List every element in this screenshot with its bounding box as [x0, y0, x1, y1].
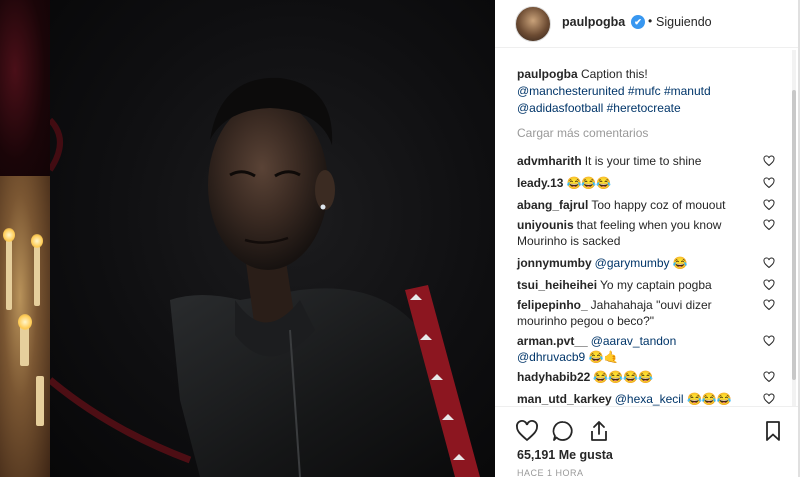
comment-mention[interactable]: @hexa_kecil: [615, 392, 684, 406]
heart-icon[interactable]: [515, 419, 539, 443]
post-sidebar: paulpogba ✔ • Siguiendo paulpogba Captio…: [495, 0, 800, 477]
bookmark-icon[interactable]: [761, 419, 785, 443]
comment-item: tsui_heiheihei Yo my captain pogba: [517, 277, 783, 293]
comment-text: Yo my captain pogba: [600, 278, 712, 292]
heart-icon[interactable]: [763, 393, 775, 405]
heart-icon[interactable]: [763, 299, 775, 311]
heart-icon[interactable]: [763, 279, 775, 291]
comment-mention[interactable]: @dhruvacb9: [517, 350, 585, 364]
comment-item: advmharith It is your time to shine: [517, 153, 783, 169]
load-more-comments-link[interactable]: Cargar más comentarios: [517, 125, 783, 141]
caption-tag[interactable]: #heretocreate: [607, 101, 681, 115]
caption-text: Caption this!: [581, 67, 648, 81]
comments-scrollbar[interactable]: [792, 50, 796, 406]
comment-item: jonnymumby @garymumby 😂: [517, 255, 783, 271]
comment-item: abang_fajrul Too happy coz of mouout: [517, 197, 783, 213]
header-separator: •: [648, 14, 653, 28]
post-actions: [495, 406, 800, 446]
comment-username[interactable]: advmharith: [517, 154, 582, 168]
heart-icon[interactable]: [763, 155, 775, 167]
heart-icon[interactable]: [763, 199, 775, 211]
heart-icon[interactable]: [763, 219, 775, 231]
heart-icon[interactable]: [763, 371, 775, 383]
comment-mention[interactable]: @garymumby: [595, 256, 670, 270]
comment-username[interactable]: felipepinho_: [517, 298, 588, 312]
comment-icon[interactable]: [551, 419, 575, 443]
verified-badge-icon: ✔: [631, 15, 645, 29]
avatar[interactable]: [515, 6, 551, 42]
previous-image-top: [0, 0, 50, 176]
comment-item: uniyounis that feeling when you know Mour…: [517, 217, 783, 249]
comment-mention[interactable]: @aarav_tandon: [591, 334, 677, 348]
comment-username[interactable]: uniyounis: [517, 218, 574, 232]
comment-item: arman.pvt__ @aarav_tandon @dhruvacb9 😂🤙: [517, 333, 783, 365]
post-caption: paulpogba Caption this! @manchesterunite…: [517, 66, 783, 117]
comment-text: 😂😂😂😂: [593, 370, 654, 384]
caption-username[interactable]: paulpogba: [517, 67, 578, 81]
share-icon[interactable]: [587, 419, 611, 443]
previous-image-strip[interactable]: [0, 0, 50, 477]
post-header: paulpogba ✔ • Siguiendo: [495, 0, 800, 48]
player-illustration: [50, 77, 480, 477]
heart-icon[interactable]: [763, 177, 775, 189]
comment-text: 😂🤙: [588, 350, 619, 364]
scrollbar-thumb[interactable]: [792, 90, 796, 380]
post-photo[interactable]: [50, 0, 495, 477]
caption-tag[interactable]: @adidasfootball: [517, 101, 603, 115]
comment-username[interactable]: jonnymumby: [517, 256, 592, 270]
comment-text: 😂😂😂: [686, 392, 732, 406]
follow-button[interactable]: Siguiendo: [656, 15, 712, 29]
comment-text: 😂: [672, 256, 688, 270]
comment-item: hadyhabib22 😂😂😂😂: [517, 369, 783, 385]
caption-tag[interactable]: #manutd: [664, 84, 711, 98]
heart-icon[interactable]: [763, 257, 775, 269]
author-username[interactable]: paulpogba: [562, 15, 625, 29]
caption-tag[interactable]: #mufc: [628, 84, 661, 98]
comment-item: man_utd_karkey@hexa_kecil 😂😂😂 😂😂: [517, 391, 783, 406]
comment-username[interactable]: man_utd_karkey: [517, 392, 612, 406]
comment-username[interactable]: leady.13: [517, 176, 563, 190]
previous-image-candles: [0, 176, 50, 477]
likes-count[interactable]: 65,191 Me gusta: [517, 448, 613, 462]
comment-username[interactable]: hadyhabib22: [517, 370, 590, 384]
comment-username[interactable]: arman.pvt__: [517, 334, 588, 348]
comment-username[interactable]: abang_fajrul: [517, 198, 588, 212]
caption-tag[interactable]: @manchesterunited: [517, 84, 625, 98]
comment-text: It is your time to shine: [584, 154, 702, 168]
comment-item: leady.13 😂😂😂: [517, 175, 783, 191]
comment-text: 😂😂😂: [566, 176, 612, 190]
comment-item: felipepinho_ Jahahahaja "ouvi dizer mouri…: [517, 297, 783, 329]
heart-icon[interactable]: [763, 335, 775, 347]
post-timestamp: HACE 1 HORA: [517, 468, 584, 477]
comments-list[interactable]: paulpogba Caption this! @manchesterunite…: [495, 50, 795, 406]
comment-username[interactable]: tsui_heiheihei: [517, 278, 597, 292]
comment-text: Too happy coz of mouout: [591, 198, 726, 212]
